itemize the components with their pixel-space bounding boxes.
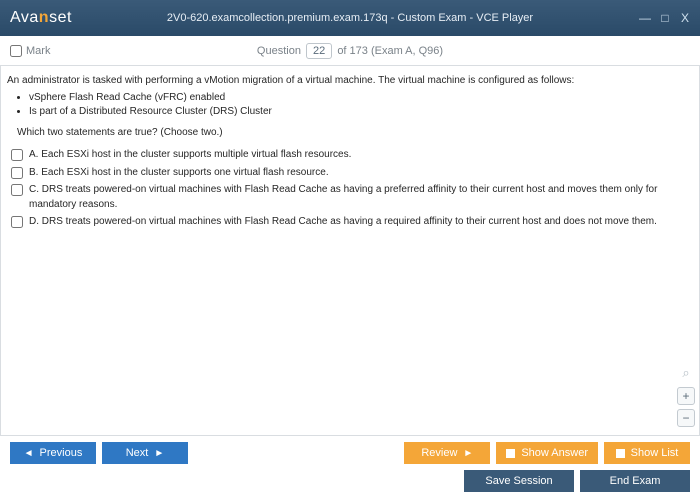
condition-list: vSphere Flash Read Cache (vFRC) enabled … [29,91,665,120]
previous-label: Previous [40,447,83,459]
logo-post: set [49,9,72,26]
window-title: 2V0-620.examcollection.premium.exam.173q… [0,12,700,24]
title-bar: Avanset 2V0-620.examcollection.premium.e… [0,0,700,36]
option-b-text: B. Each ESXi host in the cluster support… [29,166,329,181]
condition-item: vSphere Flash Read Cache (vFRC) enabled [29,91,665,106]
square-icon [506,449,515,458]
chevron-right-icon: ► [463,448,473,459]
logo-accent: n [39,9,49,26]
session-row: Save Session End Exam [10,470,690,492]
option-c-checkbox[interactable] [11,184,23,196]
end-exam-button[interactable]: End Exam [580,470,690,492]
option-b[interactable]: B. Each ESXi host in the cluster support… [11,166,665,181]
chevron-right-icon: ► [154,448,164,459]
nav-row: ◄ Previous Next ► Review ► Show Answer S… [10,442,690,464]
review-label: Review [421,447,457,459]
option-a-text: A. Each ESXi host in the cluster support… [29,148,351,163]
question-stem: An administrator is tasked with performi… [7,74,665,89]
option-a[interactable]: A. Each ESXi host in the cluster support… [11,148,665,163]
zoom-out-button[interactable]: − [677,409,695,427]
content-pane: An administrator is tasked with performi… [0,66,700,436]
minimize-button[interactable]: — [638,11,652,25]
question-bar: Mark Question 22 of 173 (Exam A, Q96) [0,36,700,66]
save-session-label: Save Session [485,475,552,487]
app-logo: Avanset [0,9,72,27]
next-label: Next [126,447,149,459]
logo-pre: Ava [10,9,39,26]
magnifier-icon: ⌕ [677,365,695,383]
question-body: An administrator is tasked with performi… [1,66,671,435]
options-list: A. Each ESXi host in the cluster support… [7,148,665,230]
previous-button[interactable]: ◄ Previous [10,442,96,464]
zoom-tools: ⌕ + − [677,365,695,427]
option-d-text: D. DRS treats powered-on virtual machine… [29,215,657,230]
review-button[interactable]: Review ► [404,442,490,464]
option-d-checkbox[interactable] [11,216,23,228]
option-d[interactable]: D. DRS treats powered-on virtual machine… [11,215,665,230]
maximize-button[interactable]: □ [658,11,672,25]
square-icon [616,449,625,458]
option-c[interactable]: C. DRS treats powered-on virtual machine… [11,183,665,212]
show-answer-button[interactable]: Show Answer [496,442,598,464]
question-label: Question [257,45,301,57]
show-list-label: Show List [631,447,679,459]
question-indicator: Question 22 of 173 (Exam A, Q96) [0,43,700,59]
condition-item: Is part of a Distributed Resource Cluste… [29,105,665,120]
option-b-checkbox[interactable] [11,167,23,179]
option-a-checkbox[interactable] [11,149,23,161]
end-exam-label: End Exam [610,475,661,487]
question-prompt: Which two statements are true? (Choose t… [17,126,665,141]
mark-checkbox-wrap[interactable]: Mark [10,45,50,57]
window-controls: — □ X [638,11,700,25]
question-total: of 173 (Exam A, Q96) [337,45,443,57]
option-c-text: C. DRS treats powered-on virtual machine… [29,183,665,212]
footer: ◄ Previous Next ► Review ► Show Answer S… [0,436,700,500]
show-answer-label: Show Answer [521,447,588,459]
save-session-button[interactable]: Save Session [464,470,574,492]
zoom-in-button[interactable]: + [677,387,695,405]
next-button[interactable]: Next ► [102,442,188,464]
chevron-left-icon: ◄ [24,448,34,459]
mark-label: Mark [26,45,50,57]
question-number: 22 [306,43,332,59]
show-list-button[interactable]: Show List [604,442,690,464]
close-button[interactable]: X [678,11,692,25]
mark-checkbox[interactable] [10,45,22,57]
